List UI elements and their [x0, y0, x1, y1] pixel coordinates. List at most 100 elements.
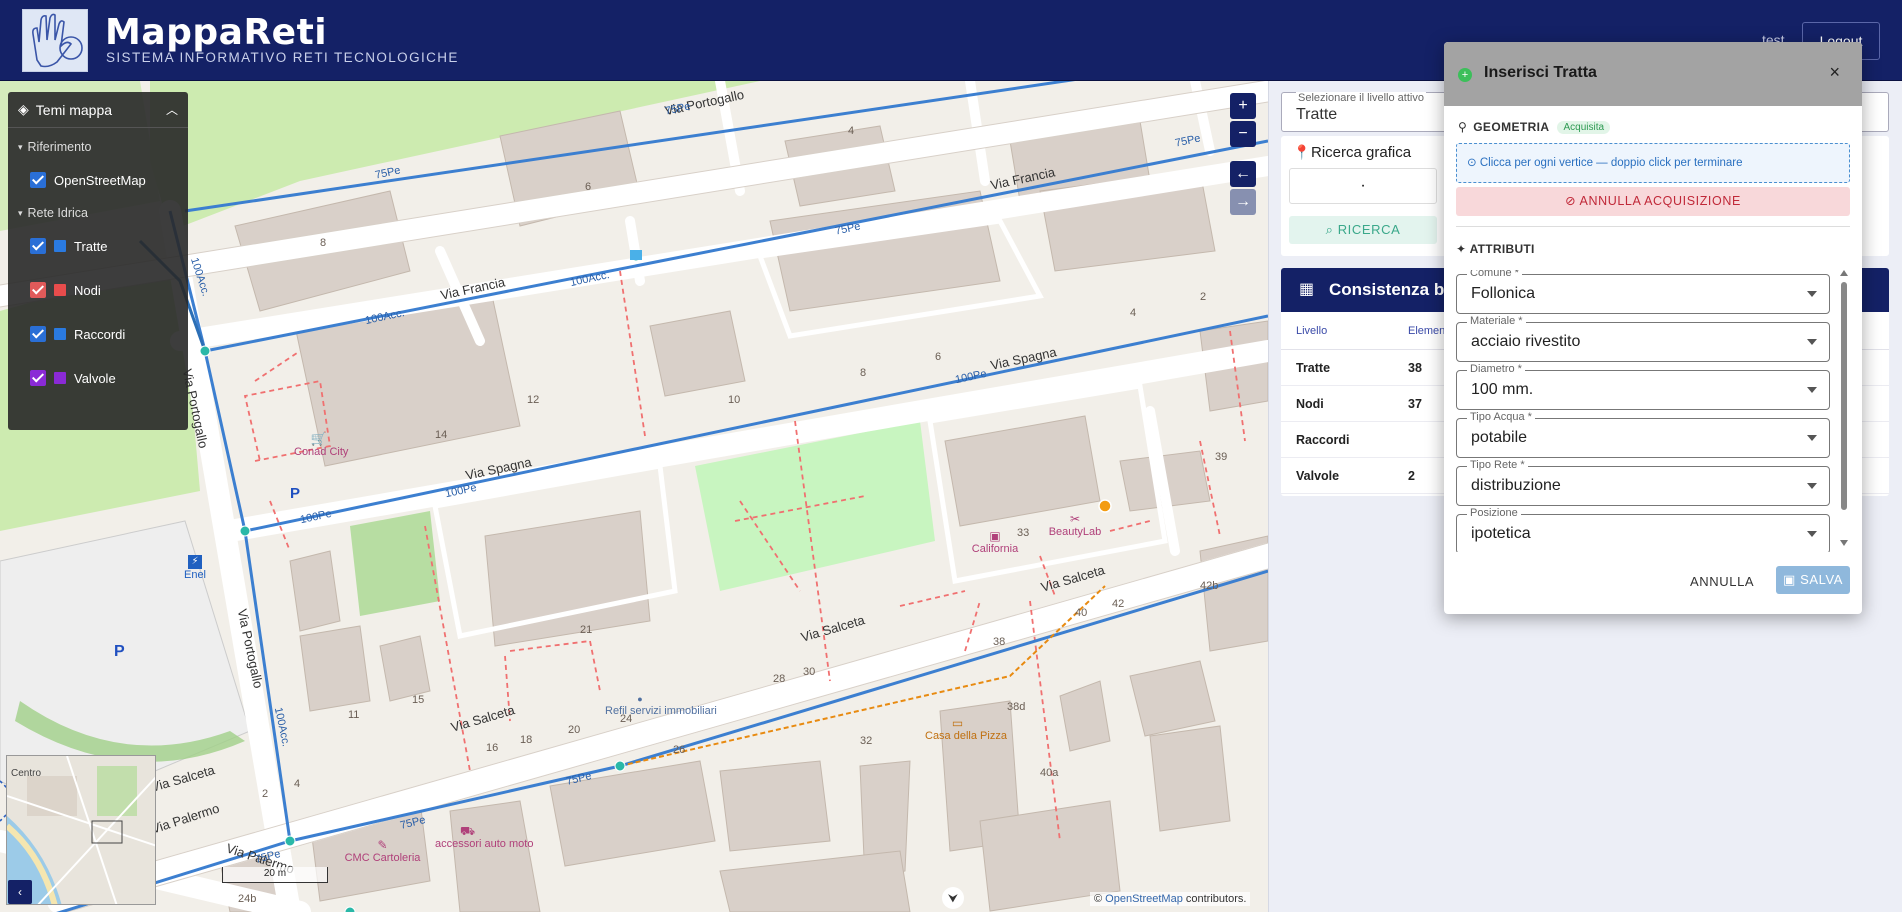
- chevron-up-icon[interactable]: ︿: [166, 101, 178, 118]
- dropdown-arrow-icon: [1807, 435, 1817, 441]
- layer-swatch: [54, 284, 66, 296]
- house-number: 38d: [1007, 701, 1026, 713]
- map-attribution: © OpenStreetMap contributors.: [1090, 892, 1251, 906]
- search-coordinate-field[interactable]: ·: [1289, 168, 1437, 204]
- search-button[interactable]: ⌕ RICERCA: [1289, 216, 1437, 244]
- scroll-thumb[interactable]: [1841, 282, 1847, 510]
- attributes-header: ✦ ATTRIBUTI: [1456, 242, 1535, 256]
- house-number: 12: [527, 394, 540, 406]
- layer-item-tratte[interactable]: Tratte: [8, 224, 188, 268]
- info-icon: ⊙: [1467, 157, 1477, 169]
- house-number: 24b: [238, 893, 257, 905]
- layer-checkbox[interactable]: [30, 370, 46, 386]
- layer-item-openstreetmap[interactable]: OpenStreetMap: [8, 158, 188, 202]
- materiale-select[interactable]: Materiale * acciaio rivestito: [1456, 315, 1830, 362]
- app-title: MappaReti: [105, 12, 328, 53]
- nav-back-button[interactable]: ←: [1230, 161, 1256, 187]
- chevron-down-icon: ▾: [18, 141, 23, 152]
- app-subtitle: SISTEMA INFORMATIVO RETI TECNOLOGICHE: [106, 50, 459, 65]
- save-button[interactable]: ▣ SALVA: [1776, 566, 1850, 594]
- house-number: 20: [568, 724, 581, 736]
- attributes-form[interactable]: Comune * Follonica Materiale * acciaio r…: [1456, 270, 1830, 552]
- osm-link[interactable]: OpenStreetMap: [1105, 893, 1183, 905]
- minimap-toggle-button[interactable]: ‹: [8, 880, 32, 904]
- app-logo: [22, 9, 88, 72]
- geometry-header: ⚲ GEOMETRIA Acquisita: [1458, 120, 1611, 134]
- dropdown-arrow-icon: [1807, 531, 1817, 537]
- cart-icon: 🛒: [310, 431, 328, 446]
- active-level-value: Tratte: [1296, 106, 1338, 123]
- house-number: 40a: [1040, 767, 1059, 779]
- car-icon: ⛟: [459, 824, 476, 838]
- layer-item-raccordi[interactable]: Raccordi: [8, 312, 188, 356]
- diametro-select[interactable]: Diametro * 100 mm.: [1456, 363, 1830, 410]
- map-pin-icon: ⚲: [1458, 120, 1468, 134]
- north-arrow-icon[interactable]: ⮟: [942, 887, 964, 909]
- layers-panel-title: Temi mappa: [35, 101, 113, 118]
- layer-checkbox[interactable]: [30, 238, 46, 254]
- dropdown-arrow-icon: [1807, 483, 1817, 489]
- poi-california: ▣ California: [971, 529, 1019, 555]
- close-icon[interactable]: ×: [1829, 62, 1840, 83]
- house-number: 26: [673, 744, 686, 756]
- house-number: 6: [585, 181, 592, 193]
- parking-icon: P: [114, 643, 125, 660]
- comune-select[interactable]: Comune * Follonica: [1456, 270, 1830, 314]
- active-level-label: Selezionare il livello attivo: [1296, 92, 1426, 104]
- dropdown-arrow-icon: [1807, 339, 1817, 345]
- layer-checkbox[interactable]: [30, 172, 46, 188]
- zoom-in-button[interactable]: +: [1230, 93, 1256, 119]
- sparkle-icon: ✦: [1456, 242, 1467, 256]
- divider: [1456, 226, 1850, 227]
- house-number: 21: [580, 624, 593, 636]
- map-pin-icon: 📍: [1293, 144, 1311, 160]
- layer-group-riferimento[interactable]: ▾ Riferimento: [8, 136, 188, 158]
- map-canvas[interactable]: Via Portogallo Via Francia Via Francia V…: [0, 81, 1268, 912]
- layer-swatch: [54, 328, 66, 340]
- form-scrollbar[interactable]: [1838, 270, 1850, 552]
- house-number: 42b: [1200, 580, 1219, 592]
- house-number: 4: [294, 778, 301, 790]
- layer-group-rete-idrica[interactable]: ▾ Rete Idrica: [8, 202, 188, 224]
- minimap-label: Centro: [11, 768, 42, 779]
- insert-segment-dialog: + Inserisci Tratta × ⚲ GEOMETRIA Acquisi…: [1444, 42, 1862, 614]
- layer-checkbox[interactable]: [30, 282, 46, 298]
- nav-forward-button[interactable]: →: [1230, 189, 1256, 215]
- house-number: 8: [320, 237, 327, 249]
- layers-panel-header[interactable]: ◈ Temi mappa ︿: [8, 92, 188, 128]
- layers-icon: ◈: [18, 101, 29, 117]
- poi-beautylab: ✂ BeautyLab: [1048, 512, 1102, 538]
- dialog-title: Inserisci Tratta: [1484, 64, 1597, 81]
- chart-icon: ▦: [1299, 281, 1315, 298]
- scroll-up-icon[interactable]: [1840, 270, 1848, 276]
- layer-item-valvole[interactable]: Valvole: [8, 356, 188, 400]
- cancel-acquisition-button[interactable]: ⊘ ANNULLA ACQUISIZIONE: [1456, 187, 1850, 216]
- posizione-select[interactable]: Posizione ipotetica: [1456, 507, 1830, 552]
- house-number: 38: [993, 636, 1006, 648]
- house-number: 42: [1112, 598, 1125, 610]
- house-number: 11: [348, 709, 360, 721]
- house-number: 32: [860, 735, 873, 747]
- tipo-rete-select[interactable]: Tipo Rete * distribuzione: [1456, 459, 1830, 506]
- stationery-icon: ✎: [377, 838, 388, 852]
- house-number: 4: [1130, 307, 1137, 319]
- house-number: 14: [435, 429, 448, 441]
- poi-conad-city: 🛒 Conad City: [294, 431, 349, 458]
- restaurant-icon: ▭: [951, 716, 964, 730]
- power-icon: ⚡: [188, 555, 202, 569]
- layer-checkbox[interactable]: [30, 326, 46, 342]
- shop-icon: ▣: [989, 529, 1001, 543]
- zoom-out-button[interactable]: −: [1230, 121, 1256, 147]
- house-number: 8: [860, 367, 867, 379]
- geometry-hint: ⊙ Clicca per ogni vertice — doppio click…: [1456, 143, 1850, 183]
- cancel-button[interactable]: ANNULLA: [1690, 574, 1754, 589]
- layer-item-nodi[interactable]: Nodi: [8, 268, 188, 312]
- save-icon: ▣: [1782, 572, 1796, 587]
- tipo-acqua-select[interactable]: Tipo Acqua * potabile: [1456, 411, 1830, 458]
- ban-icon: ⊘: [1565, 194, 1577, 208]
- house-number: 40: [1075, 607, 1088, 619]
- poi-refil: ● Refil servizi immobiliari: [605, 694, 717, 717]
- house-number: 39: [1215, 451, 1228, 463]
- scroll-down-icon[interactable]: [1840, 540, 1848, 546]
- house-number: 30: [803, 666, 816, 678]
